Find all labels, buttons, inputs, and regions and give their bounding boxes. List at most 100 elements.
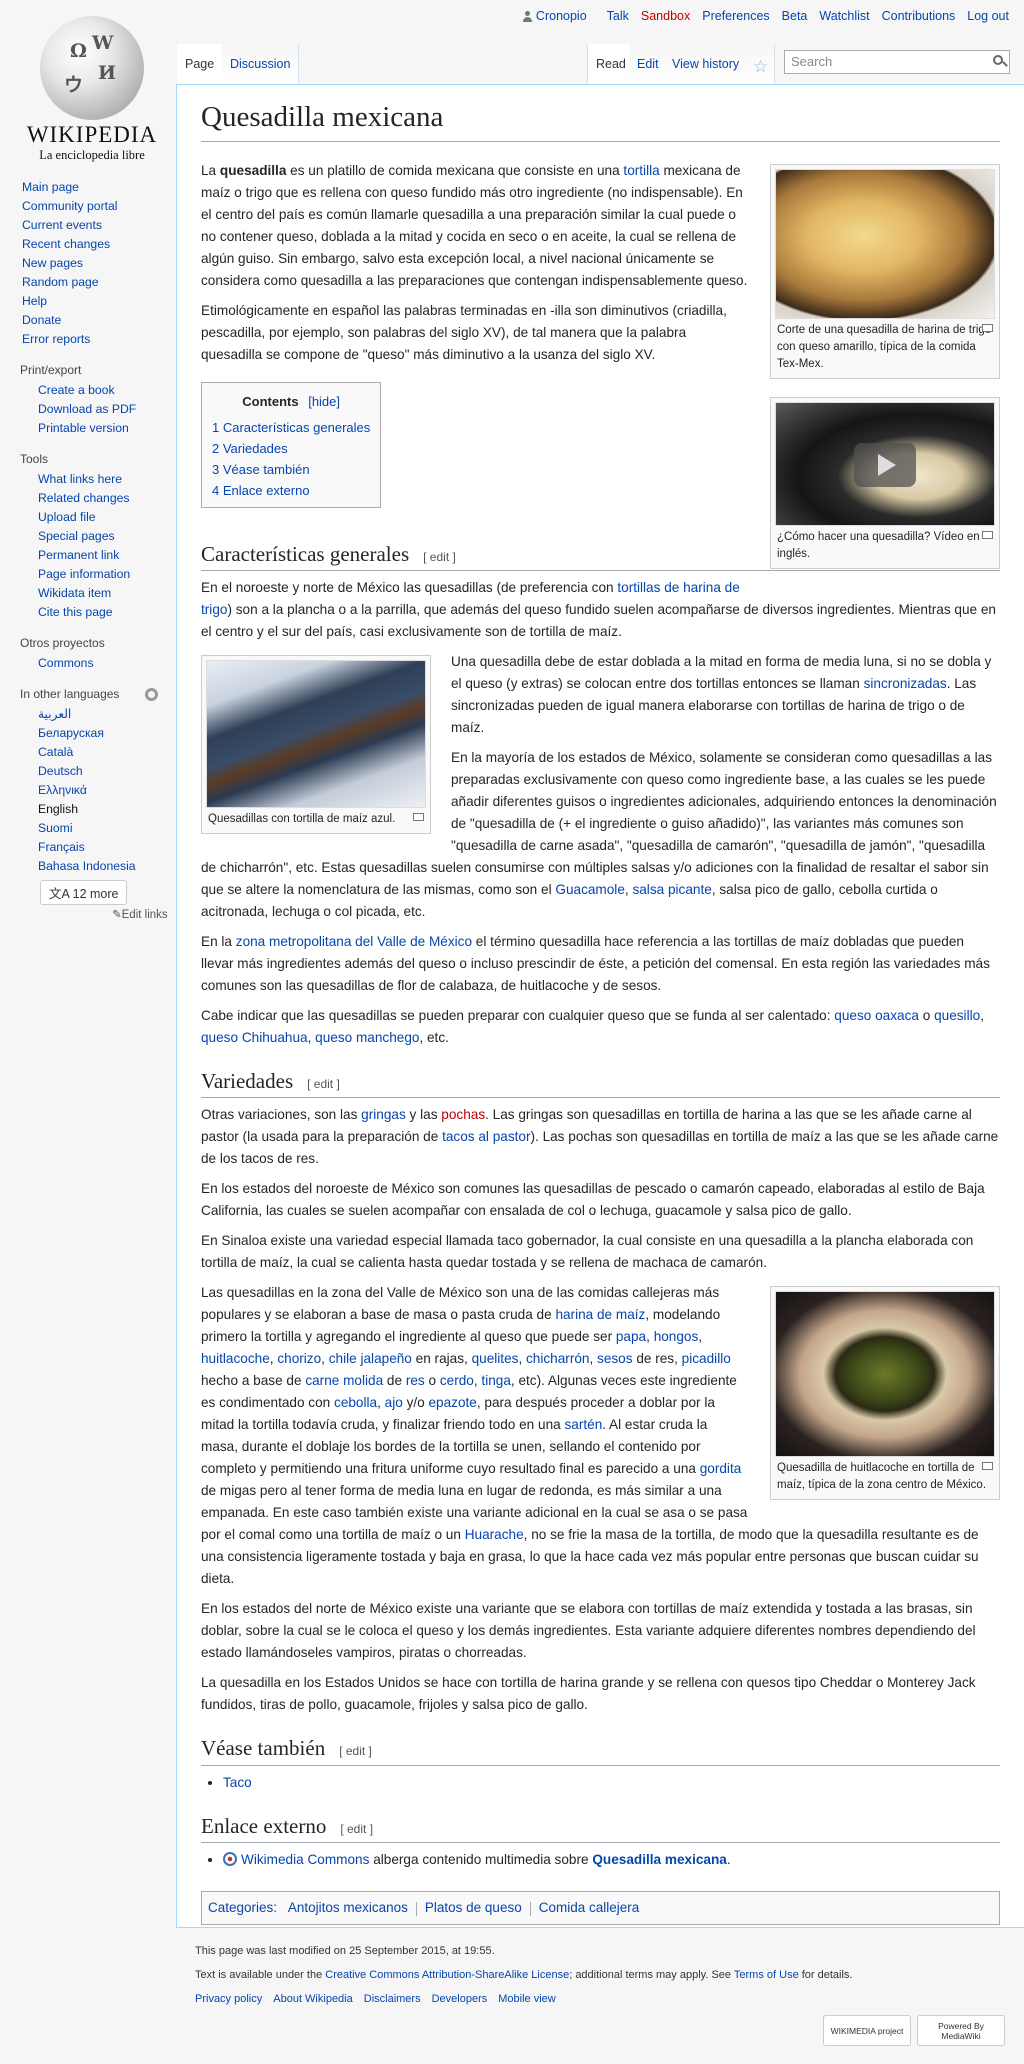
link[interactable]: gringas <box>361 1107 406 1122</box>
link[interactable]: cebolla <box>334 1395 377 1410</box>
link[interactable]: tinga <box>481 1373 510 1388</box>
link[interactable]: cerdo <box>440 1373 474 1388</box>
link[interactable]: carne molida <box>305 1373 383 1388</box>
enlarge-icon[interactable] <box>982 1462 993 1471</box>
watch-star-icon[interactable]: ☆ <box>747 44 775 84</box>
gear-icon[interactable] <box>145 687 158 701</box>
toc-item[interactable]: 4 Enlace externo <box>212 483 310 498</box>
lang-ar[interactable]: العربية <box>38 707 71 721</box>
sidebar-item-community-portal[interactable]: Community portal <box>22 199 118 213</box>
lang-be[interactable]: Беларуская <box>38 726 104 740</box>
footer-mobile-link[interactable]: Mobile view <box>498 1993 555 2005</box>
category-link[interactable]: Comida callejera <box>539 1900 640 1915</box>
blue-quesadilla-photo[interactable] <box>206 660 426 809</box>
link[interactable]: queso Chihuahua <box>201 1030 308 1045</box>
link[interactable]: zona metropolitana del Valle de México <box>236 934 472 949</box>
link[interactable]: chicharrón <box>526 1351 589 1366</box>
lang-id[interactable]: Bahasa Indonesia <box>38 859 136 873</box>
link-tortilla[interactable]: tortilla <box>623 163 659 178</box>
toc-item[interactable]: 2 Variedades <box>212 441 288 456</box>
sidebar-item-special-pages[interactable]: Special pages <box>38 529 115 543</box>
wikipedia-logo[interactable]: Ω W И ウ Wikipedia La enciclopedia libre <box>12 8 172 162</box>
link[interactable]: papa <box>616 1329 646 1344</box>
sidebar-item-error-reports[interactable]: Error reports <box>22 332 90 346</box>
toc-item[interactable]: 1 Características generales <box>212 420 370 435</box>
footer-privacy-link[interactable]: Privacy policy <box>195 1993 262 2005</box>
enlarge-icon[interactable] <box>982 530 993 539</box>
link[interactable]: Huarache <box>465 1527 524 1542</box>
link[interactable]: sartén <box>564 1417 602 1432</box>
link[interactable]: chorizo <box>277 1351 321 1366</box>
link-redlink[interactable]: pochas <box>441 1107 485 1122</box>
tools-heading[interactable]: Tools <box>20 452 176 466</box>
tab-discussion[interactable]: Discussion <box>222 44 300 84</box>
tab-read[interactable]: Read <box>587 44 635 84</box>
footer-about-link[interactable]: About Wikipedia <box>273 1993 353 2005</box>
beta-link[interactable]: Beta <box>782 9 808 23</box>
link[interactable]: sesos <box>597 1351 633 1366</box>
lang-en[interactable]: English <box>38 802 78 816</box>
watchlist-link[interactable]: Watchlist <box>819 9 869 23</box>
link[interactable]: queso oaxaca <box>834 1008 919 1023</box>
link[interactable]: gordita <box>700 1461 742 1476</box>
sidebar-item-what-links-here[interactable]: What links here <box>38 472 122 486</box>
edit-links[interactable]: ✎Edit links <box>112 907 176 921</box>
more-languages-button[interactable]: 文A 12 more <box>40 880 128 905</box>
video-thumbnail[interactable] <box>775 401 995 526</box>
link[interactable]: sincronizadas <box>864 676 947 691</box>
search-icon[interactable] <box>993 55 1003 65</box>
toc-hide-link[interactable]: [hide] <box>308 394 340 409</box>
link[interactable]: hongos <box>654 1329 699 1344</box>
link-taco[interactable]: Taco <box>223 1775 252 1790</box>
sidebar-item-current-events[interactable]: Current events <box>22 218 102 232</box>
sidebar-item-commons[interactable]: Commons <box>38 656 94 670</box>
quesadilla-photo-1[interactable] <box>775 168 995 319</box>
toc-item[interactable]: 3 Véase también <box>212 462 310 477</box>
link[interactable]: res <box>406 1373 425 1388</box>
sidebar-item-cite-page[interactable]: Cite this page <box>38 605 113 619</box>
tab-view-history[interactable]: View history <box>664 44 749 84</box>
sidebar-item-help[interactable]: Help <box>22 294 47 308</box>
print-heading[interactable]: Print/export <box>20 363 176 377</box>
link[interactable]: chile jalapeño <box>329 1351 412 1366</box>
sidebar-item-permanent-link[interactable]: Permanent link <box>38 548 119 562</box>
enlarge-icon[interactable] <box>413 813 424 822</box>
logout-link[interactable]: Log out <box>967 9 1009 23</box>
sidebar-item-related-changes[interactable]: Related changes <box>38 491 129 505</box>
search-input[interactable]: Search <box>784 50 1010 74</box>
sidebar-item-main-page[interactable]: Main page <box>22 180 79 194</box>
sandbox-link[interactable]: Sandbox <box>641 9 690 23</box>
talk-link[interactable]: Talk <box>607 9 629 23</box>
category-link[interactable]: Antojitos mexicanos <box>288 1900 408 1915</box>
category-link[interactable]: Platos de queso <box>425 1900 522 1915</box>
sidebar-item-create-book[interactable]: Create a book <box>38 383 115 397</box>
huitlacoche-photo[interactable] <box>775 1291 995 1458</box>
wikimedia-project-badge[interactable]: WIKIMEDIA project <box>823 2015 911 2046</box>
user-link-wrap[interactable]: Cronopio <box>522 9 587 23</box>
lang-fi[interactable]: Suomi <box>38 821 73 835</box>
contributions-link[interactable]: Contributions <box>882 9 956 23</box>
link[interactable]: ajo <box>385 1395 403 1410</box>
license-link[interactable]: Creative Commons Attribution-ShareAlike … <box>325 1969 569 1981</box>
tab-page[interactable]: Page <box>177 44 224 84</box>
sidebar-item-new-pages[interactable]: New pages <box>22 256 83 270</box>
link[interactable]: salsa picante <box>632 882 711 897</box>
tab-edit[interactable]: Edit <box>629 44 668 84</box>
enlarge-icon[interactable] <box>982 323 993 332</box>
link-commons-category[interactable]: Quesadilla mexicana <box>592 1852 727 1867</box>
section-edit-link[interactable]: [ edit ] <box>307 1077 340 1091</box>
lang-ca[interactable]: Català <box>38 745 73 759</box>
link[interactable]: quelites <box>472 1351 519 1366</box>
link[interactable]: quesillo <box>934 1008 980 1023</box>
sidebar-item-recent-changes[interactable]: Recent changes <box>22 237 110 251</box>
sidebar-item-wikidata-item[interactable]: Wikidata item <box>38 586 111 600</box>
play-icon[interactable] <box>854 442 916 487</box>
link[interactable]: harina de maíz <box>555 1307 645 1322</box>
footer-developers-link[interactable]: Developers <box>432 1993 488 2005</box>
sidebar-item-page-information[interactable]: Page information <box>38 567 130 581</box>
lang-de[interactable]: Deutsch <box>38 764 83 778</box>
link[interactable]: huitlacoche <box>201 1351 270 1366</box>
link-commons[interactable]: Wikimedia Commons <box>241 1852 369 1867</box>
lang-fr[interactable]: Français <box>38 840 85 854</box>
link[interactable]: epazote <box>428 1395 476 1410</box>
